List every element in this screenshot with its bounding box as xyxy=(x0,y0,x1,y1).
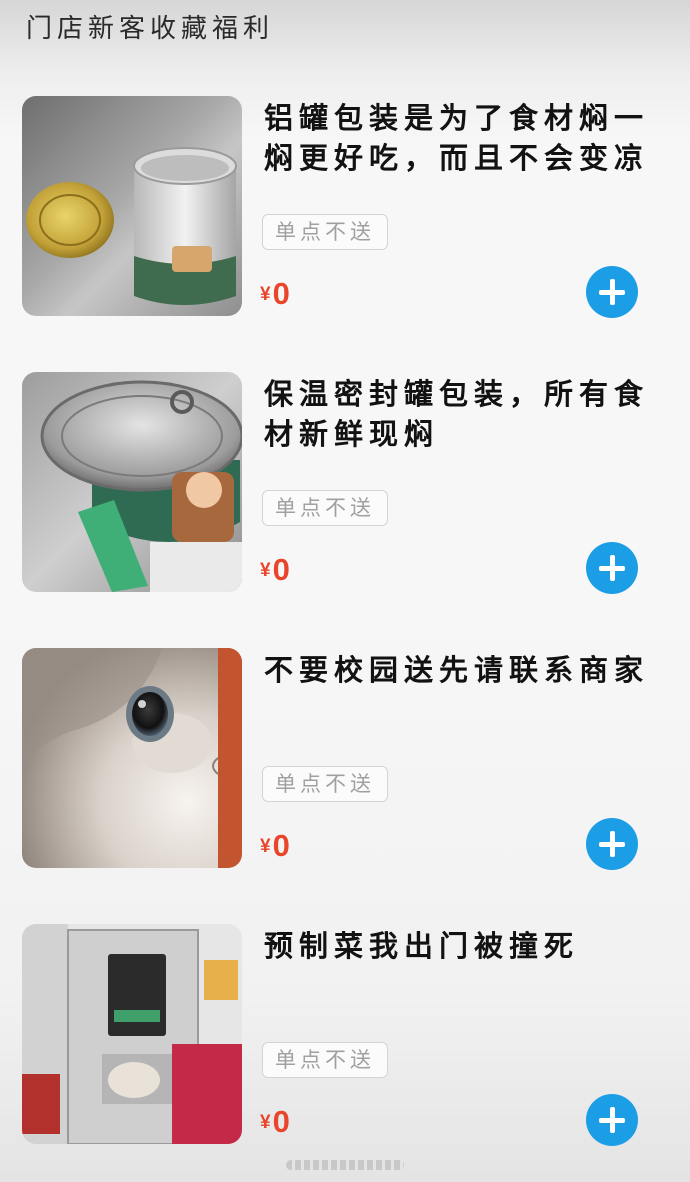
product-item[interactable]: 预制菜我出门被撞死 单点不送 ¥ 0 xyxy=(0,924,690,1148)
watermark xyxy=(286,1160,404,1170)
product-title: 不要校园送先请联系商家 xyxy=(264,653,650,687)
currency-symbol: ¥ xyxy=(260,284,271,305)
add-to-cart-button[interactable] xyxy=(586,818,638,870)
price: ¥ 0 xyxy=(260,1096,290,1140)
delivery-tag: 单点不送 xyxy=(262,1042,388,1078)
currency-symbol: ¥ xyxy=(260,560,271,581)
product-item[interactable]: 铝罐包装是为了食材焖一焖更好吃，而且不会变凉 单点不送 ¥ 0 xyxy=(0,96,690,320)
price-value: 0 xyxy=(272,828,290,863)
currency-symbol: ¥ xyxy=(260,836,271,857)
add-to-cart-button[interactable] xyxy=(586,1094,638,1146)
price-value: 0 xyxy=(272,276,290,311)
page-title: 门店新客收藏福利 xyxy=(26,13,275,44)
add-to-cart-button[interactable] xyxy=(586,266,638,318)
product-image[interactable] xyxy=(22,96,242,316)
delivery-tag: 单点不送 xyxy=(262,766,388,802)
price: ¥ 0 xyxy=(260,268,290,312)
product-image[interactable] xyxy=(22,372,242,592)
add-to-cart-button[interactable] xyxy=(586,542,638,594)
delivery-tag: 单点不送 xyxy=(262,490,388,526)
product-image[interactable] xyxy=(22,648,242,868)
price: ¥ 0 xyxy=(260,544,290,588)
product-item[interactable]: 保温密封罐包装，所有食材新鲜现焖 单点不送 ¥ 0 xyxy=(0,372,690,596)
product-item[interactable]: 不要校园送先请联系商家 单点不送 ¥ 0 xyxy=(0,648,690,872)
product-title: 预制菜我出门被撞死 xyxy=(264,929,580,963)
price-value: 0 xyxy=(272,1104,290,1139)
currency-symbol: ¥ xyxy=(260,1112,271,1133)
product-title: 保温密封罐包装，所有食材新鲜现焖 xyxy=(264,377,650,451)
price: ¥ 0 xyxy=(260,820,290,864)
price-value: 0 xyxy=(272,552,290,587)
delivery-tag: 单点不送 xyxy=(262,214,388,250)
product-title: 铝罐包装是为了食材焖一焖更好吃，而且不会变凉 xyxy=(264,101,650,175)
product-image[interactable] xyxy=(22,924,242,1144)
